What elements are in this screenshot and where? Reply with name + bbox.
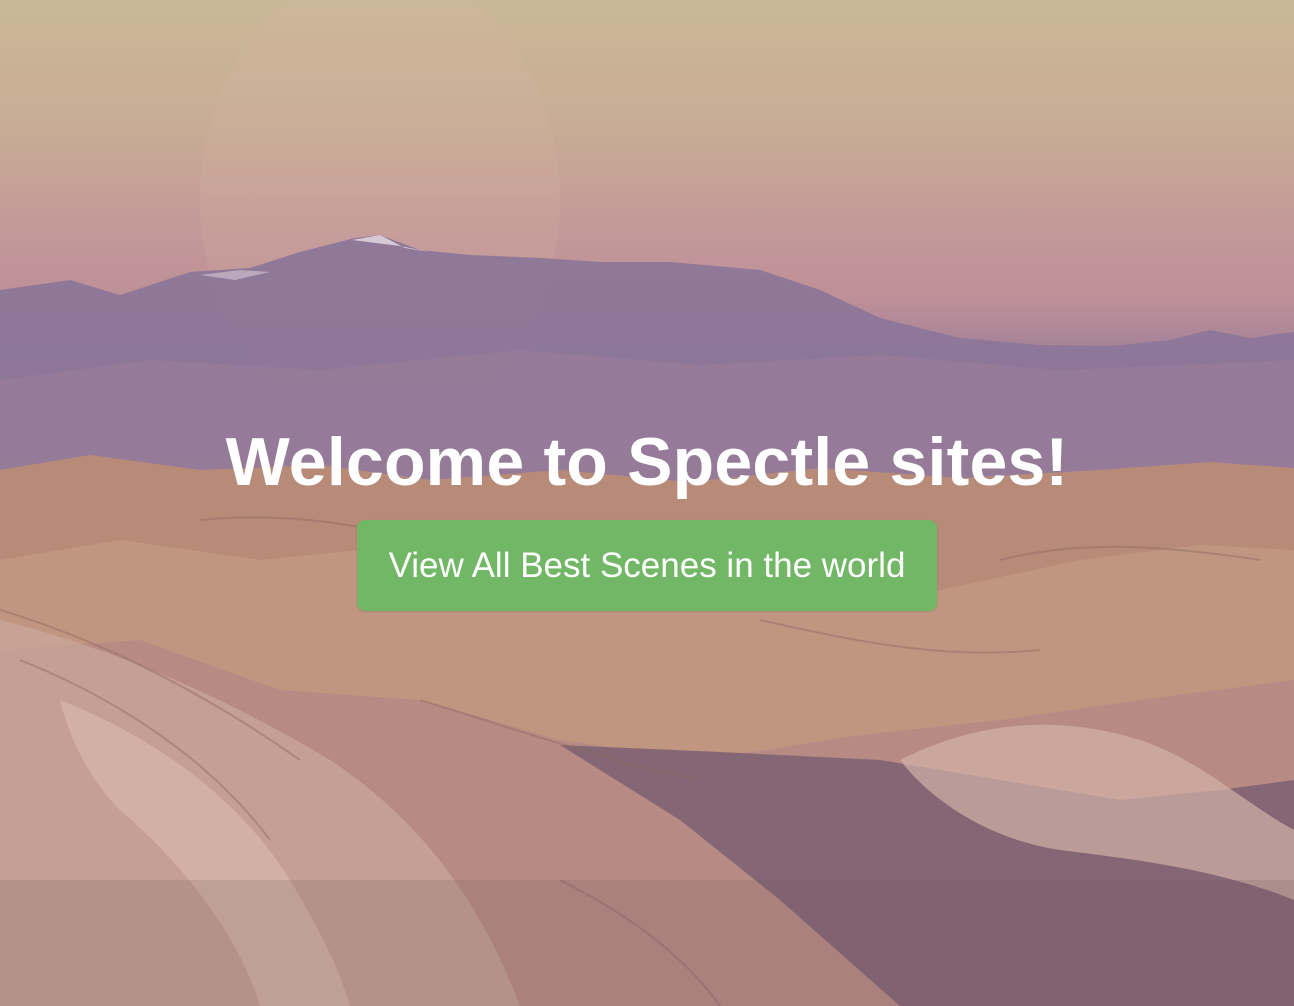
view-scenes-button[interactable]: View All Best Scenes in the world xyxy=(356,520,938,611)
hero-content: Welcome to Spectle sites! View All Best … xyxy=(0,420,1294,611)
page-title: Welcome to Spectle sites! xyxy=(225,424,1069,500)
